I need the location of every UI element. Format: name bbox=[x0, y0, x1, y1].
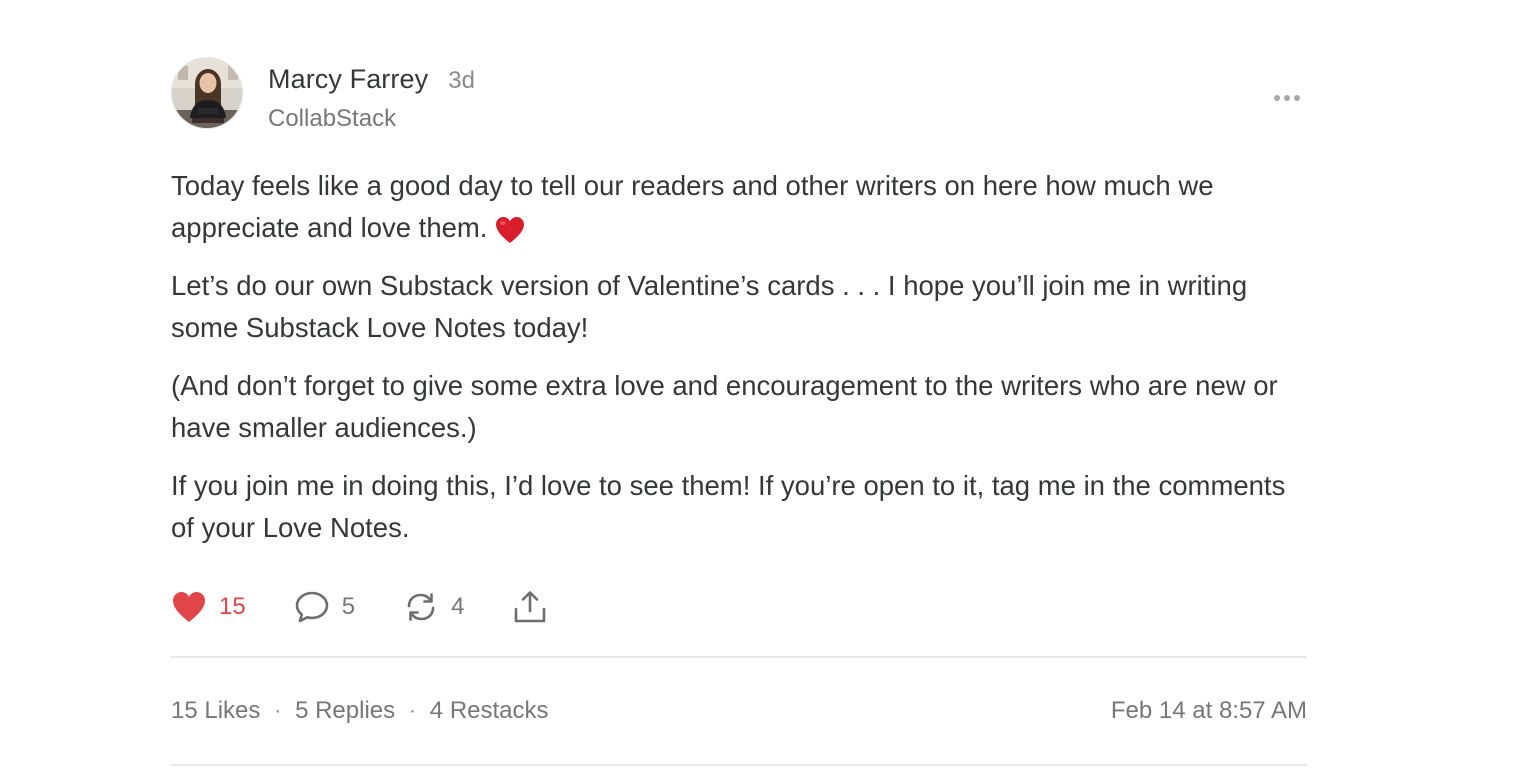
heart-icon bbox=[173, 592, 205, 622]
note-card: Marcy Farrey 3d CollabStack Today feels … bbox=[171, 57, 1307, 766]
separator-dot: · bbox=[409, 699, 416, 722]
time-ago[interactable]: 3d bbox=[448, 67, 475, 95]
share-button[interactable] bbox=[512, 589, 548, 625]
post-timestamp[interactable]: Feb 14 at 8:57 AM bbox=[1111, 697, 1307, 725]
reply-count: 5 bbox=[341, 593, 356, 620]
restack-button[interactable]: 4 bbox=[403, 590, 464, 624]
note-paragraph: Today feels like a good day to tell our … bbox=[171, 165, 1307, 249]
divider-bottom bbox=[171, 764, 1307, 766]
like-button[interactable]: 15 bbox=[171, 590, 246, 624]
reply-button[interactable]: 5 bbox=[294, 590, 355, 624]
share-icon bbox=[515, 591, 546, 623]
red-heart-emoji bbox=[495, 216, 525, 244]
replies-stat-link[interactable]: 5 Replies bbox=[295, 697, 395, 725]
note-paragraph: If you join me in doing this, I’d love t… bbox=[171, 470, 1286, 543]
separator-dot: · bbox=[274, 699, 282, 722]
restack-icon bbox=[407, 593, 435, 621]
red-heart-icon bbox=[496, 216, 525, 243]
like-count: 15 bbox=[219, 593, 246, 620]
paragraph-text: Today feels like a good day to tell our … bbox=[171, 170, 1214, 243]
comment-icon bbox=[295, 591, 329, 623]
note-paragraph: (And don’t forget to give some extra lov… bbox=[171, 370, 1278, 443]
restacks-stat-link[interactable]: 4 Restacks bbox=[430, 697, 549, 725]
avatar[interactable] bbox=[171, 57, 243, 129]
stats-bar: 15 Likes · 5 Replies · 4 Restacks Feb 14… bbox=[171, 658, 1307, 764]
author-name[interactable]: Marcy Farrey bbox=[268, 64, 428, 95]
stats-counts: 15 Likes · 5 Replies · 4 Restacks bbox=[171, 697, 549, 725]
publication-name[interactable]: CollabStack bbox=[268, 105, 396, 133]
likes-stat-link[interactable]: 15 Likes bbox=[171, 697, 260, 725]
avatar-image bbox=[172, 58, 242, 128]
note-header: Marcy Farrey 3d CollabStack bbox=[171, 57, 1307, 147]
more-options-button[interactable] bbox=[1267, 83, 1307, 113]
note-body: Today feels like a good day to tell our … bbox=[171, 165, 1307, 549]
author-line: Marcy Farrey 3d bbox=[268, 64, 475, 95]
note-paragraph: Let’s do our own Substack version of Val… bbox=[171, 270, 1248, 343]
action-bar: 15 5 4 bbox=[171, 583, 1307, 631]
restack-count: 4 bbox=[451, 593, 465, 620]
more-dots-icon bbox=[1274, 95, 1300, 101]
